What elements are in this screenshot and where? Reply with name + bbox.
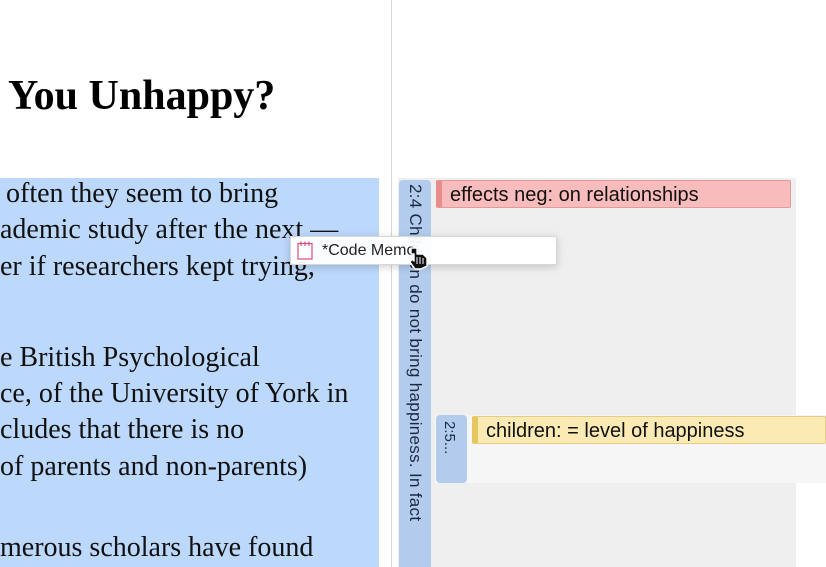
document-line: of parents and non-parents) bbox=[0, 451, 308, 482]
document-line: ademic study after the next — bbox=[0, 214, 339, 245]
document-heading: You Unhappy? bbox=[8, 73, 276, 119]
document-line: cludes that there is no bbox=[0, 414, 245, 445]
code-tag-effects-neg[interactable]: effects neg: on relationships bbox=[436, 180, 791, 208]
sub-quotation-bar[interactable]: 2:5... bbox=[436, 415, 467, 483]
document-line: ce, of the University of York in bbox=[0, 378, 349, 409]
memo-icon bbox=[297, 241, 313, 260]
document-line: er if researchers kept trying, bbox=[0, 251, 315, 282]
quotation-label: 2:4 Children do not bring happiness. In … bbox=[406, 184, 425, 522]
document-line: e British Psychological bbox=[0, 342, 260, 373]
document-line: often they seem to bring bbox=[6, 178, 279, 209]
drag-cursor-icon bbox=[409, 247, 428, 270]
drag-label: *Code Memo bbox=[322, 242, 416, 259]
sub-quotation-label: 2:5... bbox=[441, 421, 458, 455]
pane-divider[interactable] bbox=[391, 0, 392, 567]
document-line: merous scholars have found bbox=[0, 532, 314, 563]
code-tag-level-of-happiness[interactable]: children: = level of happiness bbox=[472, 416, 826, 444]
